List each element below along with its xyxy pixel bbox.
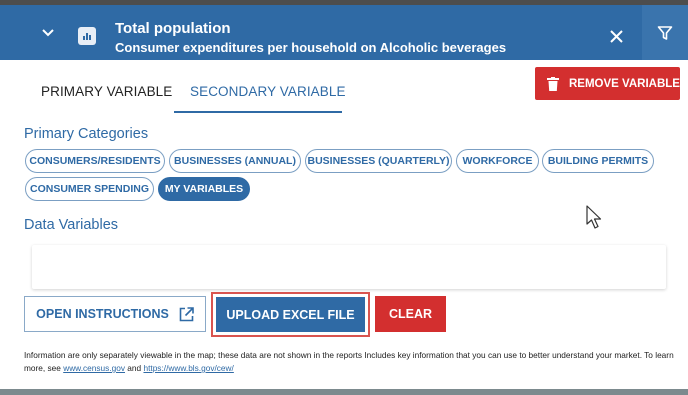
- chip-building-permits[interactable]: BUILDING PERMITS: [542, 149, 654, 173]
- census-link[interactable]: www.census.gov: [63, 363, 125, 373]
- open-instructions-button[interactable]: OPEN INSTRUCTIONS: [24, 296, 206, 332]
- data-variables-label: Data Variables: [24, 217, 119, 233]
- chip-businesses-quarterly[interactable]: BUSINESSES (QUARTERLY): [305, 149, 452, 173]
- chip-my-variables[interactable]: MY VARIABLES: [158, 177, 250, 201]
- info-text: Information are only separately viewable…: [24, 349, 678, 375]
- layer-title: Total population: [115, 20, 231, 37]
- upload-excel-button[interactable]: UPLOAD EXCEL FILE: [216, 297, 365, 332]
- clear-button[interactable]: CLEAR: [375, 296, 446, 332]
- trash-icon: [547, 76, 559, 91]
- layer-subtitle: Consumer expenditures per household on A…: [115, 40, 507, 55]
- open-external-icon: [179, 306, 194, 321]
- data-variables-field[interactable]: [32, 245, 666, 289]
- mouse-pointer-icon: [586, 205, 602, 229]
- filter-icon[interactable]: [642, 5, 688, 60]
- chip-businesses-annual[interactable]: BUSINESSES (ANNUAL): [169, 149, 301, 173]
- active-tab-indicator: [174, 111, 342, 113]
- header-bar: Total population Consumer expenditures p…: [0, 0, 688, 60]
- tab-secondary-variable[interactable]: SECONDARY VARIABLE: [190, 84, 346, 99]
- open-instructions-label: OPEN INSTRUCTIONS: [36, 307, 169, 321]
- chip-consumer-spending[interactable]: CONSUMER SPENDING: [25, 177, 154, 201]
- primary-categories-label: Primary Categories: [24, 126, 149, 142]
- chip-workforce[interactable]: WORKFORCE: [456, 149, 539, 173]
- tab-primary-variable[interactable]: PRIMARY VARIABLE: [41, 84, 172, 99]
- info-and: and: [125, 363, 144, 373]
- chevron-down-icon[interactable]: [38, 22, 58, 44]
- remove-variable-button[interactable]: REMOVE VARIABLE: [535, 67, 680, 100]
- remove-variable-label: REMOVE VARIABLE: [569, 77, 680, 90]
- layer-chart-icon: [78, 27, 96, 45]
- chip-consumers-residents[interactable]: CONSUMERS/RESIDENTS: [25, 149, 165, 173]
- bls-link[interactable]: https://www.bls.gov/cew/: [143, 363, 233, 373]
- close-icon[interactable]: [605, 25, 627, 47]
- bottom-map-strip: [0, 389, 688, 395]
